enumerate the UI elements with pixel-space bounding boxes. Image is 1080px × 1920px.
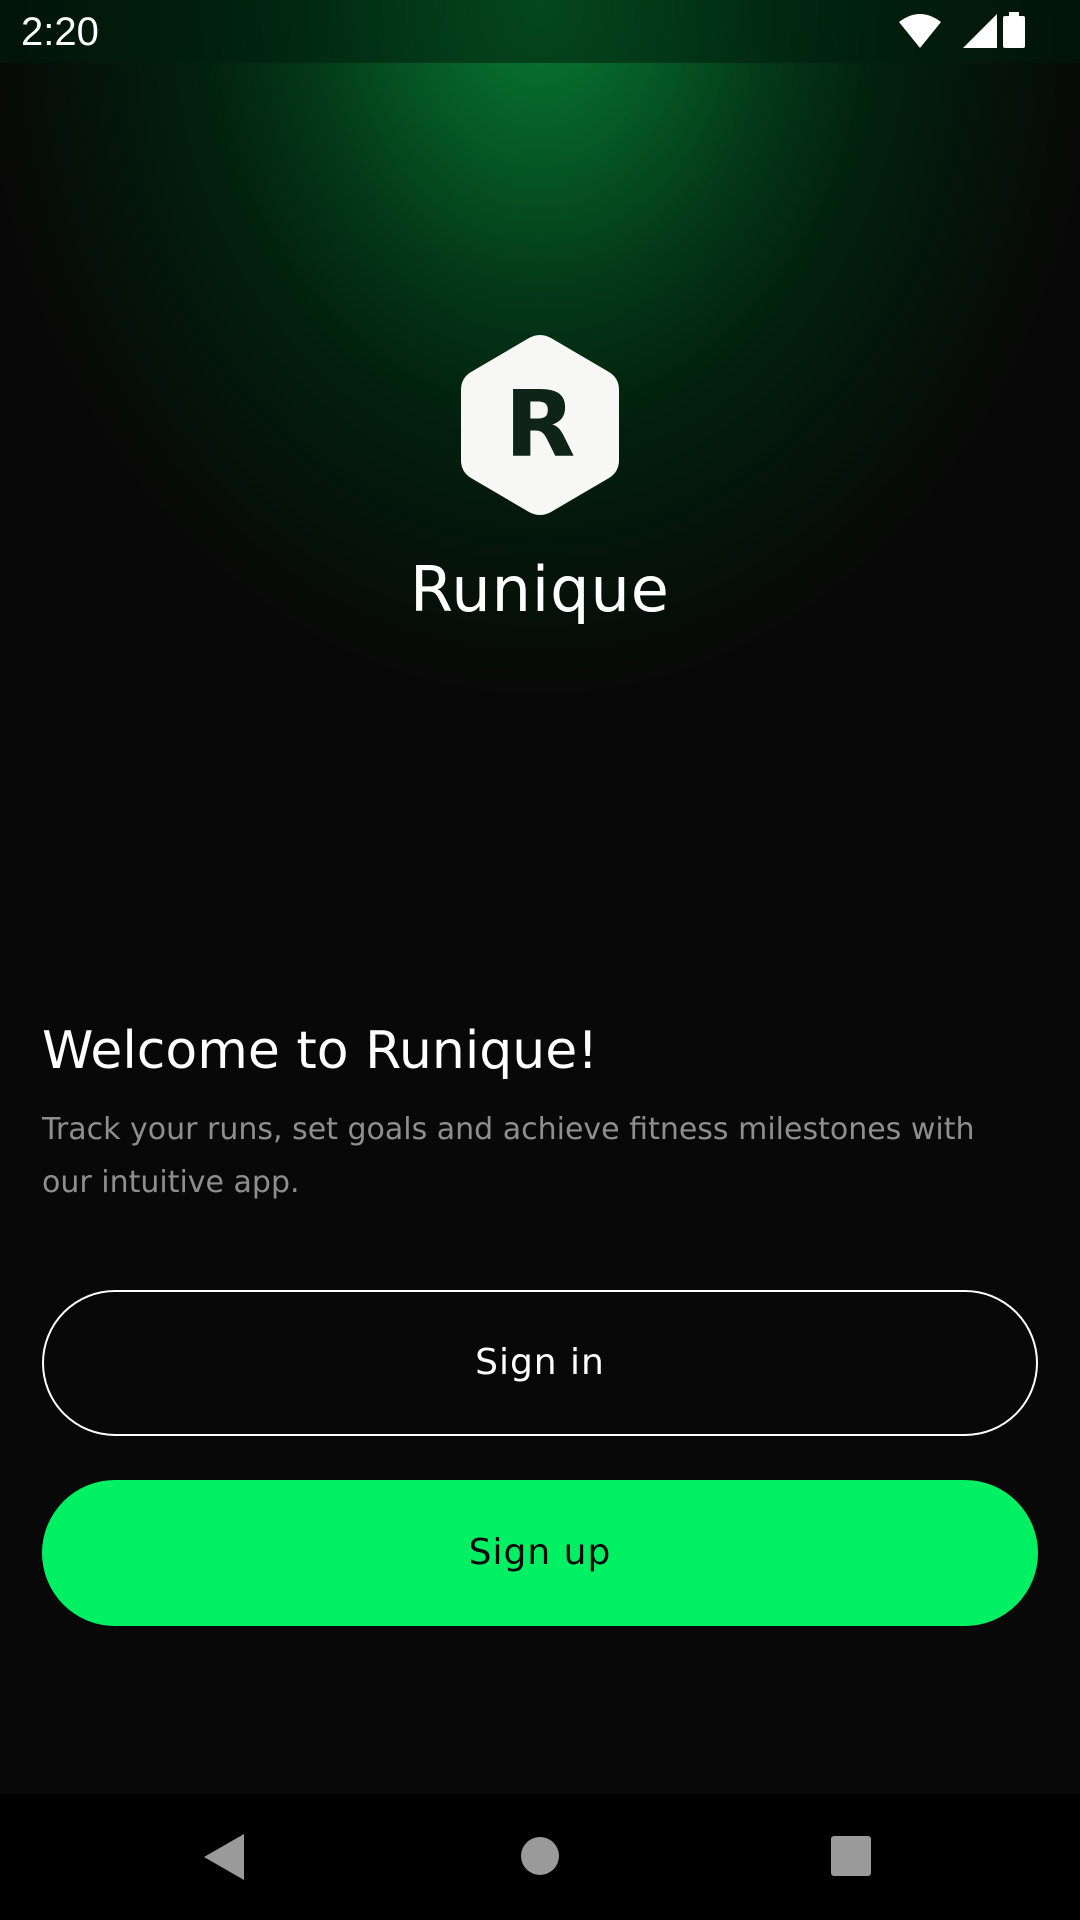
battery-icon (1003, 12, 1025, 48)
back-icon[interactable] (204, 1834, 244, 1880)
welcome-screen: 2:20 R Runique Welcome to Runique! Track… (0, 0, 1080, 1920)
welcome-description: Track your runs, set goals and achieve f… (42, 1112, 975, 1200)
app-name: Runique (410, 553, 670, 626)
wifi-icon (899, 14, 941, 48)
logo-letter: R (504, 371, 576, 478)
cellular-signal-icon (963, 14, 997, 48)
sign-in-button[interactable]: Sign in (42, 1290, 1038, 1436)
app-logo: R (459, 334, 621, 516)
welcome-title: Welcome to Runique! (42, 1021, 599, 1081)
sign-up-button[interactable]: Sign up (42, 1480, 1038, 1626)
recents-icon[interactable] (831, 1836, 871, 1876)
status-time: 2:20 (21, 10, 99, 54)
home-icon[interactable] (520, 1836, 560, 1876)
status-bar: 2:20 (0, 0, 1080, 63)
navigation-bar (0, 1794, 1080, 1920)
